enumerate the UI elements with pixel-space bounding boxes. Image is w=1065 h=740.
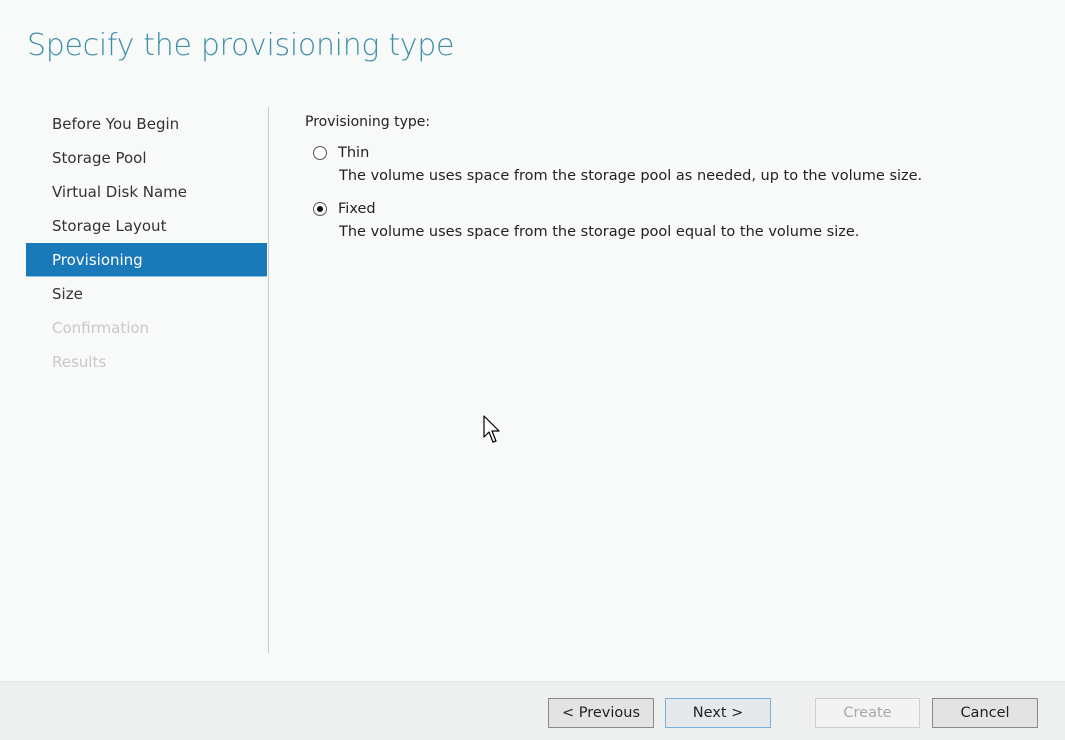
step-results: Results [52,353,107,371]
create-button: Create [815,698,920,728]
step-provisioning[interactable]: Provisioning [26,243,267,277]
provisioning-content: Provisioning type: Thin The volume uses … [305,114,922,254]
fixed-description: The volume uses space from the storage p… [339,224,860,240]
fixed-label[interactable]: Fixed [338,201,376,217]
step-before-you-begin[interactable]: Before You Begin [26,107,267,141]
thin-description: The volume uses space from the storage p… [339,168,923,184]
option-fixed: Fixed The volume uses space from the sto… [305,198,922,240]
fixed-radio-button[interactable] [313,202,327,216]
thin-radio-row[interactable]: Thin [313,142,922,164]
mouse-cursor-icon [483,415,500,443]
thin-radio-button[interactable] [313,146,327,160]
step-storage-layout[interactable]: Storage Layout [26,209,267,243]
step-virtual-disk-name[interactable]: Virtual Disk Name [26,175,267,209]
steps-divider [268,107,269,653]
step-confirmation: Confirmation [52,319,150,337]
fixed-radio-row[interactable]: Fixed [313,198,922,220]
next-button[interactable]: Next > [665,698,771,728]
option-thin: Thin The volume uses space from the stor… [305,142,922,184]
wizard-steps-nav: Before You Begin Storage Pool Virtual Di… [26,107,267,379]
provisioning-type-label: Provisioning type: [305,114,431,130]
thin-label[interactable]: Thin [338,145,369,161]
step-size[interactable]: Size [26,277,267,311]
previous-button[interactable]: < Previous [548,698,654,728]
step-storage-pool[interactable]: Storage Pool [26,141,267,175]
page-title: Specify the provisioning type [27,28,455,63]
cancel-button[interactable]: Cancel [932,698,1038,728]
wizard-footer: < Previous Next > Create Cancel [0,681,1065,740]
